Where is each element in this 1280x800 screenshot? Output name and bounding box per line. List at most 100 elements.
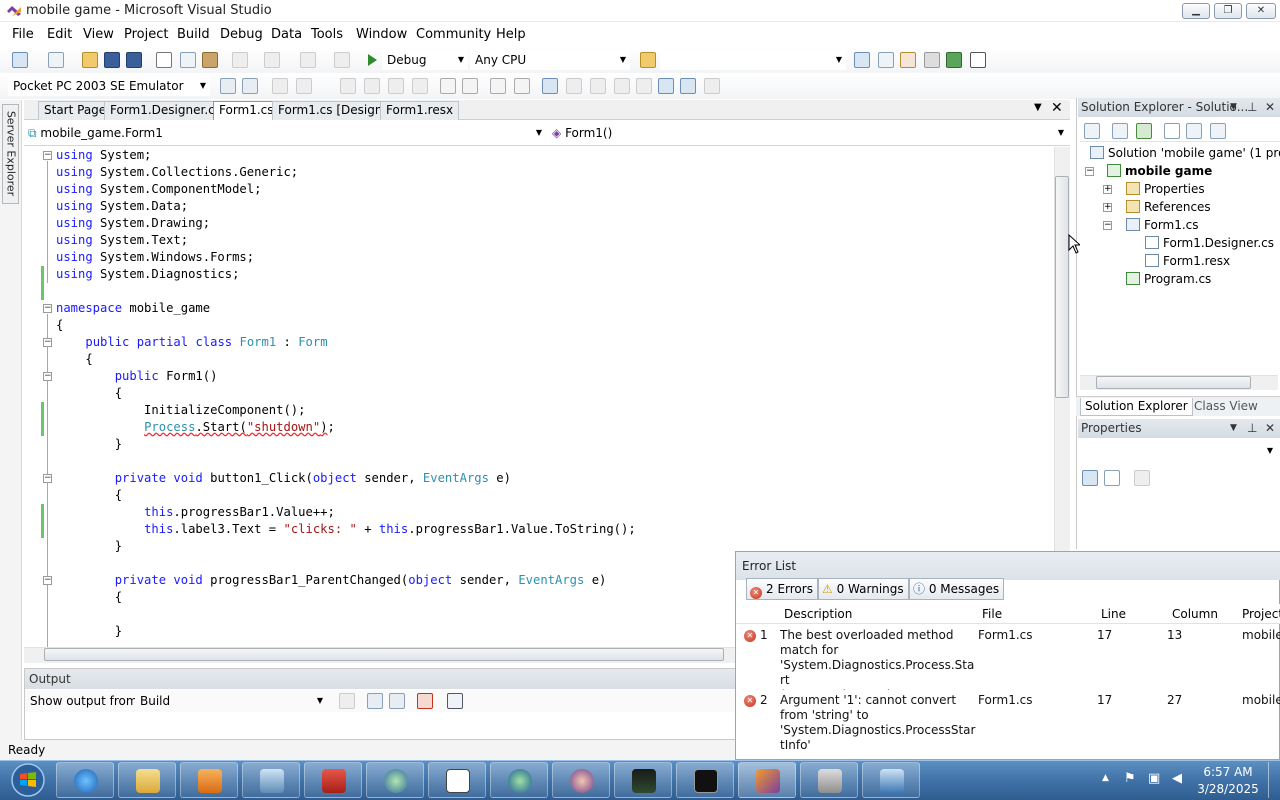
tree-properties[interactable]: Properties <box>1126 181 1205 197</box>
expand-references-icon[interactable]: + <box>1103 203 1112 212</box>
close-button[interactable]: ✕ <box>1246 3 1276 19</box>
tree-form1-resx[interactable]: Form1.resx <box>1145 253 1230 269</box>
menu-view[interactable]: View <box>83 27 114 42</box>
close-document-icon[interactable]: ✕ <box>1051 100 1063 116</box>
view-designer-icon[interactable] <box>1186 123 1202 139</box>
menu-build[interactable]: Build <box>177 27 210 42</box>
tree-form1-designer-cs[interactable]: Form1.Designer.cs <box>1145 235 1274 251</box>
collapse-usings-icon[interactable]: − <box>43 151 52 160</box>
next-bookmark-in-folder-icon[interactable] <box>636 78 652 94</box>
previous-message-icon[interactable] <box>367 693 383 709</box>
find-in-files-icon[interactable] <box>640 52 656 68</box>
view-code-icon[interactable] <box>1164 123 1180 139</box>
tab-form1-cs-design[interactable]: Form1.cs [Design] <box>272 101 394 120</box>
size-to-grid-icon[interactable] <box>388 78 404 94</box>
tab-start-page[interactable]: Start Page <box>38 101 113 120</box>
uncomment-icon[interactable] <box>514 78 530 94</box>
properties-icon[interactable] <box>1084 123 1100 139</box>
tree-solution[interactable]: Solution 'mobile game' (1 project) <box>1090 145 1280 161</box>
paste-icon[interactable] <box>202 52 218 68</box>
save-icon[interactable] <box>104 52 120 68</box>
taskbar-network-globe[interactable] <box>490 762 548 798</box>
menu-edit[interactable]: Edit <box>47 27 72 42</box>
refresh-icon[interactable] <box>1136 123 1152 139</box>
tab-class-view[interactable]: Class View <box>1194 398 1258 414</box>
taskbar-toolbox[interactable] <box>304 762 362 798</box>
find-message-icon[interactable] <box>339 693 355 709</box>
next-bookmark-in-document-icon[interactable] <box>680 78 696 94</box>
action-center-icon[interactable]: ⚑ <box>1124 771 1136 786</box>
properties-window-icon[interactable] <box>878 52 894 68</box>
tab-form1-designer-cs[interactable]: Form1.Designer.cs <box>104 101 227 120</box>
errors-filter-button[interactable]: ✕ 2 Errors <box>746 578 818 600</box>
column-column[interactable]: Column <box>1172 604 1218 624</box>
tree-form1-cs[interactable]: Form1.cs <box>1126 217 1199 233</box>
menu-community[interactable]: Community <box>416 27 491 42</box>
collapse-constructor-icon[interactable]: − <box>43 372 52 381</box>
tree-references[interactable]: References <box>1126 199 1211 215</box>
show-desktop-button[interactable] <box>1268 762 1280 798</box>
menu-data[interactable]: Data <box>271 27 302 42</box>
volume-icon[interactable]: ◀ <box>1172 771 1182 786</box>
collapse-form1-icon[interactable]: − <box>1103 221 1112 230</box>
clear-bookmarks-icon[interactable] <box>704 78 720 94</box>
taskbar-device-manager[interactable] <box>862 762 920 798</box>
taskbar-globe-app[interactable] <box>366 762 424 798</box>
open-file-icon[interactable] <box>82 52 98 68</box>
navigate-backward-icon[interactable] <box>300 52 316 68</box>
menu-tools[interactable]: Tools <box>311 27 343 42</box>
toggle-word-wrap-icon[interactable] <box>447 693 463 709</box>
show-output-from-combo[interactable]: Build ▼ <box>135 691 327 711</box>
start-debugging-icon[interactable] <box>364 52 380 68</box>
taskbar-visual-studio[interactable] <box>738 762 796 798</box>
close-panel-icon[interactable]: ✕ <box>1265 98 1275 117</box>
taskbar-command-prompt[interactable] <box>676 762 734 798</box>
error-row[interactable]: ✕ 1 The best overloaded method match for… <box>736 626 1280 690</box>
undo-icon[interactable] <box>232 52 248 68</box>
start-button[interactable] <box>2 762 50 798</box>
menu-file[interactable]: File <box>12 27 34 42</box>
navigate-forward-icon[interactable] <box>334 52 350 68</box>
expand-properties-icon[interactable]: + <box>1103 185 1112 194</box>
alphabetical-icon[interactable] <box>1104 470 1120 486</box>
menu-help[interactable]: Help <box>496 27 526 42</box>
column-description[interactable]: Description <box>784 604 852 624</box>
editor-vertical-scroll-thumb[interactable] <box>1055 176 1069 398</box>
device-options-icon[interactable] <box>220 78 236 94</box>
clock-date[interactable]: 3/28/2025 <box>1192 782 1264 796</box>
align-centers-icon[interactable] <box>296 78 312 94</box>
auto-hide-pin-icon[interactable]: ⊥ <box>1247 419 1257 438</box>
target-device-combo[interactable]: Pocket PC 2003 SE Emulator ▼ <box>8 76 210 96</box>
collapse-project-icon[interactable]: − <box>1085 167 1094 176</box>
toolbox-icon[interactable] <box>924 52 940 68</box>
clock-time[interactable]: 6:57 AM <box>1192 765 1264 779</box>
messages-filter-button[interactable]: ⓘ 0 Messages <box>909 578 1005 600</box>
taskbar-pocket-pc-emulator[interactable] <box>800 762 858 798</box>
minimize-button[interactable]: ▁ <box>1182 3 1210 19</box>
taskbar-user-app[interactable] <box>552 762 610 798</box>
column-project[interactable]: Project <box>1242 604 1280 624</box>
menu-window[interactable]: Window <box>356 27 407 42</box>
auto-hide-pin-icon[interactable]: ⊥ <box>1247 98 1257 117</box>
start-page-icon[interactable] <box>946 52 962 68</box>
bookmark-icon[interactable] <box>542 78 558 94</box>
tab-solution-explorer[interactable]: Solution Explorer <box>1080 398 1193 416</box>
warnings-filter-button[interactable]: ⚠ 0 Warnings <box>818 578 909 600</box>
taskbar-file-explorer[interactable] <box>118 762 176 798</box>
collapse-class-icon[interactable]: − <box>43 338 52 347</box>
taskbar-internet-explorer[interactable] <box>56 762 114 798</box>
taskbar-media-player[interactable] <box>180 762 238 798</box>
copy-icon[interactable] <box>180 52 196 68</box>
horizontal-spacing-icon[interactable] <box>412 78 428 94</box>
tab-form1-cs[interactable]: Form1.cs <box>213 101 280 120</box>
clear-all-icon[interactable] <box>417 693 433 709</box>
command-window-icon[interactable] <box>970 52 986 68</box>
show-all-files-icon[interactable] <box>1112 123 1128 139</box>
window-position-icon[interactable]: ▼ <box>1230 419 1237 438</box>
column-line[interactable]: Line <box>1101 604 1126 624</box>
error-row[interactable]: ✕ 2 Argument '1': cannot convert from 's… <box>736 691 1280 753</box>
redo-icon[interactable] <box>264 52 280 68</box>
outdent-icon[interactable] <box>462 78 478 94</box>
solution-explorer-icon[interactable] <box>854 52 870 68</box>
column-file[interactable]: File <box>982 604 1002 624</box>
